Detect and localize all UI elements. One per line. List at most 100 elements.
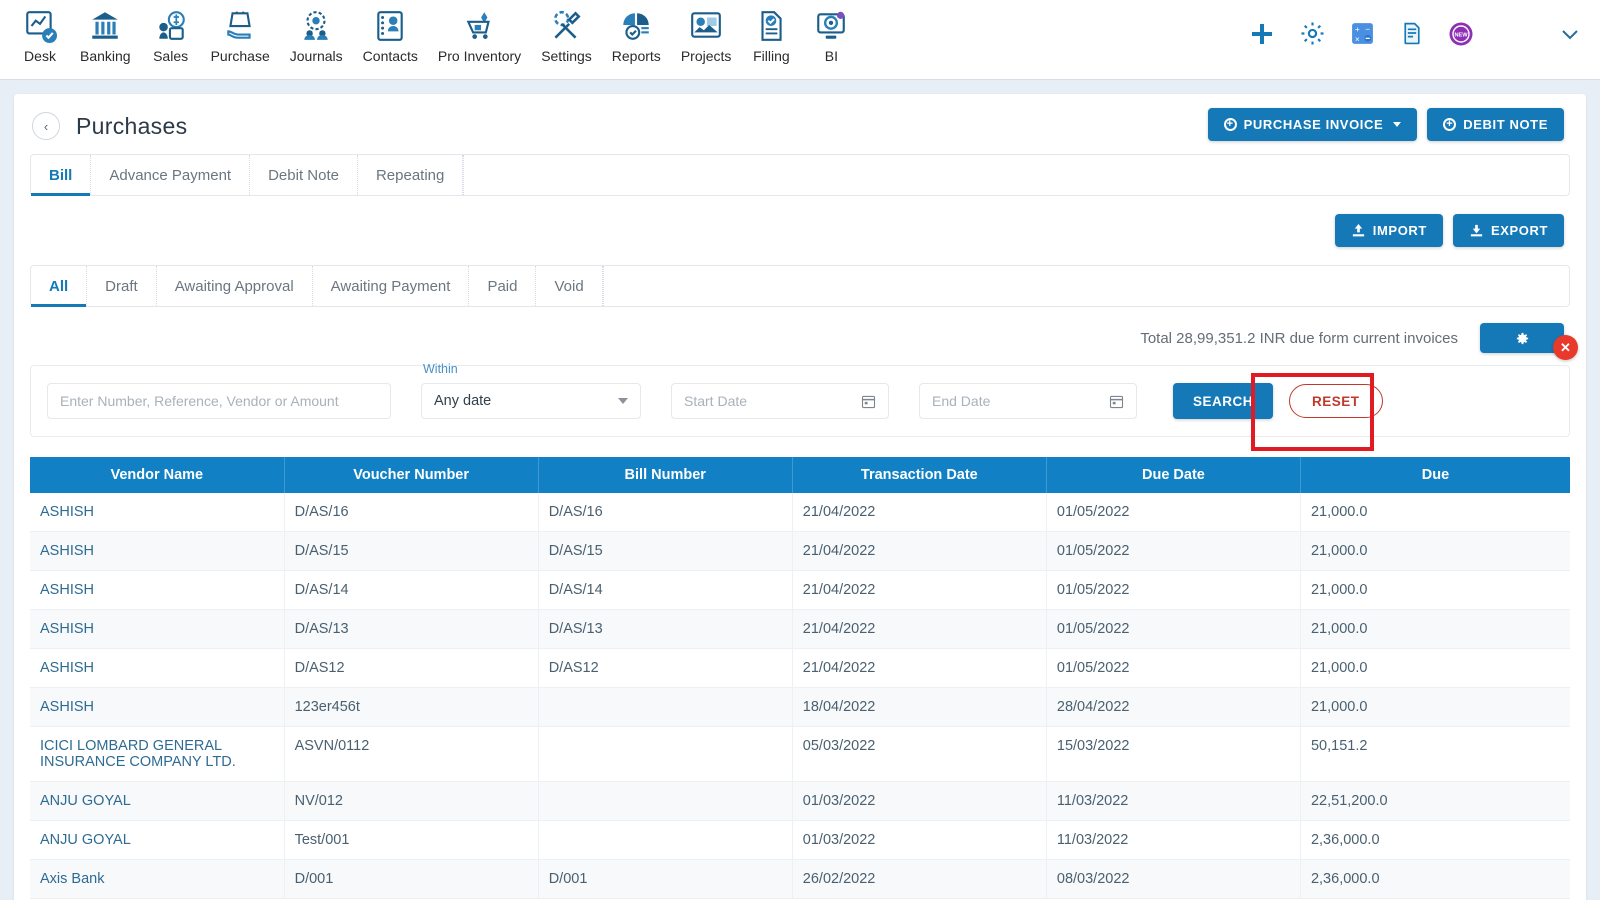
table-cell: D/AS/16 [538, 493, 793, 532]
gear-icon [1516, 332, 1528, 344]
column-header-vendor-name[interactable]: Vendor Name [30, 457, 285, 493]
cell-vendor-name[interactable]: ANJU GOYAL [30, 820, 285, 860]
nav-item-sales[interactable]: Sales [141, 0, 201, 64]
debit-note-button[interactable]: + DEBIT NOTE [1427, 108, 1564, 141]
status-tab-void[interactable]: Void [536, 266, 603, 306]
new-badge-icon[interactable]: NEW [1448, 21, 1474, 47]
table-row[interactable]: ASHISH D/AS/15 D/AS/15 21/04/2022 01/05/2022… [30, 531, 1570, 571]
gear-icon[interactable] [1299, 20, 1326, 47]
projects-icon [686, 6, 726, 46]
status-tab-paid[interactable]: Paid [469, 266, 537, 306]
close-icon[interactable]: ✕ [1553, 335, 1578, 360]
end-date-input[interactable]: End Date [919, 383, 1137, 419]
tab-advance-payment[interactable]: Advance Payment [91, 155, 251, 195]
tab-repeating[interactable]: Repeating [358, 155, 464, 195]
bank-building-icon [85, 6, 125, 46]
export-button[interactable]: EXPORT [1452, 214, 1564, 247]
nav-item-filling[interactable]: Filling [741, 0, 801, 64]
page-header: ‹ Purchases + PURCHASE INVOICE + DEBIT N… [14, 94, 1586, 150]
status-tab-draft[interactable]: Draft [87, 266, 157, 306]
cell-vendor-name[interactable]: ASHISH [30, 609, 285, 649]
status-filter-tabs: All Draft Awaiting Approval Awaiting Paymen… [30, 265, 1570, 307]
tab-label: Repeating [375, 166, 445, 184]
table-cell: ASVN/0112 [284, 726, 539, 782]
nav-item-settings[interactable]: Settings [531, 0, 602, 64]
table-cell: 15/03/2022 [1046, 726, 1301, 782]
filling-doc-icon [751, 6, 791, 46]
nav-item-label: Settings [541, 48, 592, 64]
table-cell: 05/03/2022 [792, 726, 1047, 782]
calendar-icon [1109, 395, 1124, 408]
filter-section: Within Any date Start Date End Date [30, 335, 1578, 451]
nav-items-container: Desk Banking Sales Purchase Journals Contacts… [0, 0, 861, 64]
calendar-icon [861, 395, 876, 408]
table-cell: 26/02/2022 [792, 859, 1047, 899]
nav-item-banking[interactable]: Banking [70, 0, 141, 64]
nav-item-projects[interactable]: Projects [671, 0, 742, 64]
nav-item-pro-inventory[interactable]: Pro Inventory [428, 0, 531, 64]
status-tab-awaiting-approval[interactable]: Awaiting Approval [157, 266, 313, 306]
column-header-bill-number[interactable]: Bill Number [538, 457, 793, 493]
filter-panel: Within Any date Start Date End Date [30, 362, 1570, 437]
nav-item-purchase[interactable]: Purchase [201, 0, 280, 64]
table-row[interactable]: ASHISH D/AS/14 D/AS/14 21/04/2022 01/05/2022… [30, 570, 1570, 610]
import-button[interactable]: IMPORT [1334, 214, 1443, 247]
table-cell [538, 687, 793, 727]
column-header-transaction-date[interactable]: Transaction Date [792, 457, 1047, 493]
purchase-invoice-button[interactable]: + PURCHASE INVOICE [1207, 108, 1418, 141]
add-icon[interactable] [1249, 21, 1275, 47]
tab-label: Paid [487, 277, 518, 295]
table-settings-button[interactable] [1480, 323, 1564, 353]
back-button[interactable]: ‹ [32, 112, 60, 140]
tab-label: All [49, 277, 69, 295]
tab-bill[interactable]: Bill [31, 155, 92, 196]
cell-vendor-name[interactable]: ASHISH [30, 531, 285, 571]
cell-vendor-name[interactable]: ASHISH [30, 493, 285, 532]
tab-debit-note[interactable]: Debit Note [250, 155, 358, 195]
start-date-input[interactable]: Start Date [671, 383, 889, 419]
cell-vendor-name[interactable]: ANJU GOYAL [30, 781, 285, 821]
within-select[interactable]: Any date [421, 383, 641, 419]
document-icon[interactable] [1399, 21, 1424, 46]
tab-separator [602, 266, 604, 306]
cell-vendor-name[interactable]: Axis Bank [30, 859, 285, 899]
nav-item-label: Projects [680, 48, 732, 64]
table-cell: 01/03/2022 [792, 820, 1047, 860]
nav-item-journals[interactable]: Journals [280, 0, 353, 64]
cell-vendor-name[interactable]: ASHISH [30, 648, 285, 688]
table-row[interactable]: ICICI LOMBARD GENERAL INSURANCE COMPANY … [30, 726, 1570, 782]
nav-item-label: Reports [611, 48, 661, 64]
nav-item-bi[interactable]: BI [801, 0, 861, 64]
nav-item-reports[interactable]: Reports [602, 0, 671, 64]
table-cell: D/AS/15 [284, 531, 539, 571]
table-row[interactable]: ASHISH 123er456t 18/04/2022 28/04/2022 21,00… [30, 687, 1570, 727]
cell-vendor-name[interactable]: ASHISH [30, 687, 285, 727]
summary-row: Total 28,99,351.2 INR due form current i… [14, 307, 1586, 353]
nav-item-label: Journals [289, 48, 343, 64]
column-header-due[interactable]: Due [1300, 457, 1570, 493]
search-input[interactable] [47, 383, 391, 419]
chevron-down-icon[interactable] [1558, 22, 1582, 46]
status-tab-all[interactable]: All [31, 266, 88, 307]
column-header-voucher-number[interactable]: Voucher Number [284, 457, 539, 493]
reset-button[interactable]: RESET [1289, 384, 1383, 418]
end-date-placeholder: End Date [932, 393, 991, 409]
table-row[interactable]: ASHISH D/AS12 D/AS12 21/04/2022 01/05/2022 21… [30, 648, 1570, 688]
nav-item-desk[interactable]: Desk [10, 0, 70, 64]
cell-vendor-name[interactable]: ICICI LOMBARD GENERAL INSURANCE COMPANY … [30, 726, 285, 782]
reports-pie-icon [616, 6, 656, 46]
table-row[interactable]: ANJU GOYAL Test/001 01/03/2022 11/03/2022 2,… [30, 820, 1570, 860]
nav-item-contacts[interactable]: Contacts [353, 0, 428, 64]
top-navigation-bar: Desk Banking Sales Purchase Journals Contacts… [0, 0, 1600, 80]
table-cell: D/AS/13 [538, 609, 793, 649]
search-button[interactable]: SEARCH [1173, 383, 1274, 419]
calculator-icon[interactable]: + − × [1350, 21, 1375, 46]
table-row[interactable]: Axis Bank D/001 D/001 26/02/2022 08/03/2022 2… [30, 859, 1570, 899]
cell-vendor-name[interactable]: ASHISH [30, 570, 285, 610]
column-header-due-date[interactable]: Due Date [1046, 457, 1301, 493]
svg-text:×: × [1355, 34, 1360, 44]
table-row[interactable]: ANJU GOYAL NV/012 01/03/2022 11/03/2022 22,5… [30, 781, 1570, 821]
status-tab-awaiting-payment[interactable]: Awaiting Payment [313, 266, 470, 306]
table-row[interactable]: ASHISH D/AS/16 D/AS/16 21/04/2022 01/05/2022… [30, 493, 1570, 532]
table-row[interactable]: ASHISH D/AS/13 D/AS/13 21/04/2022 01/05/2022… [30, 609, 1570, 649]
